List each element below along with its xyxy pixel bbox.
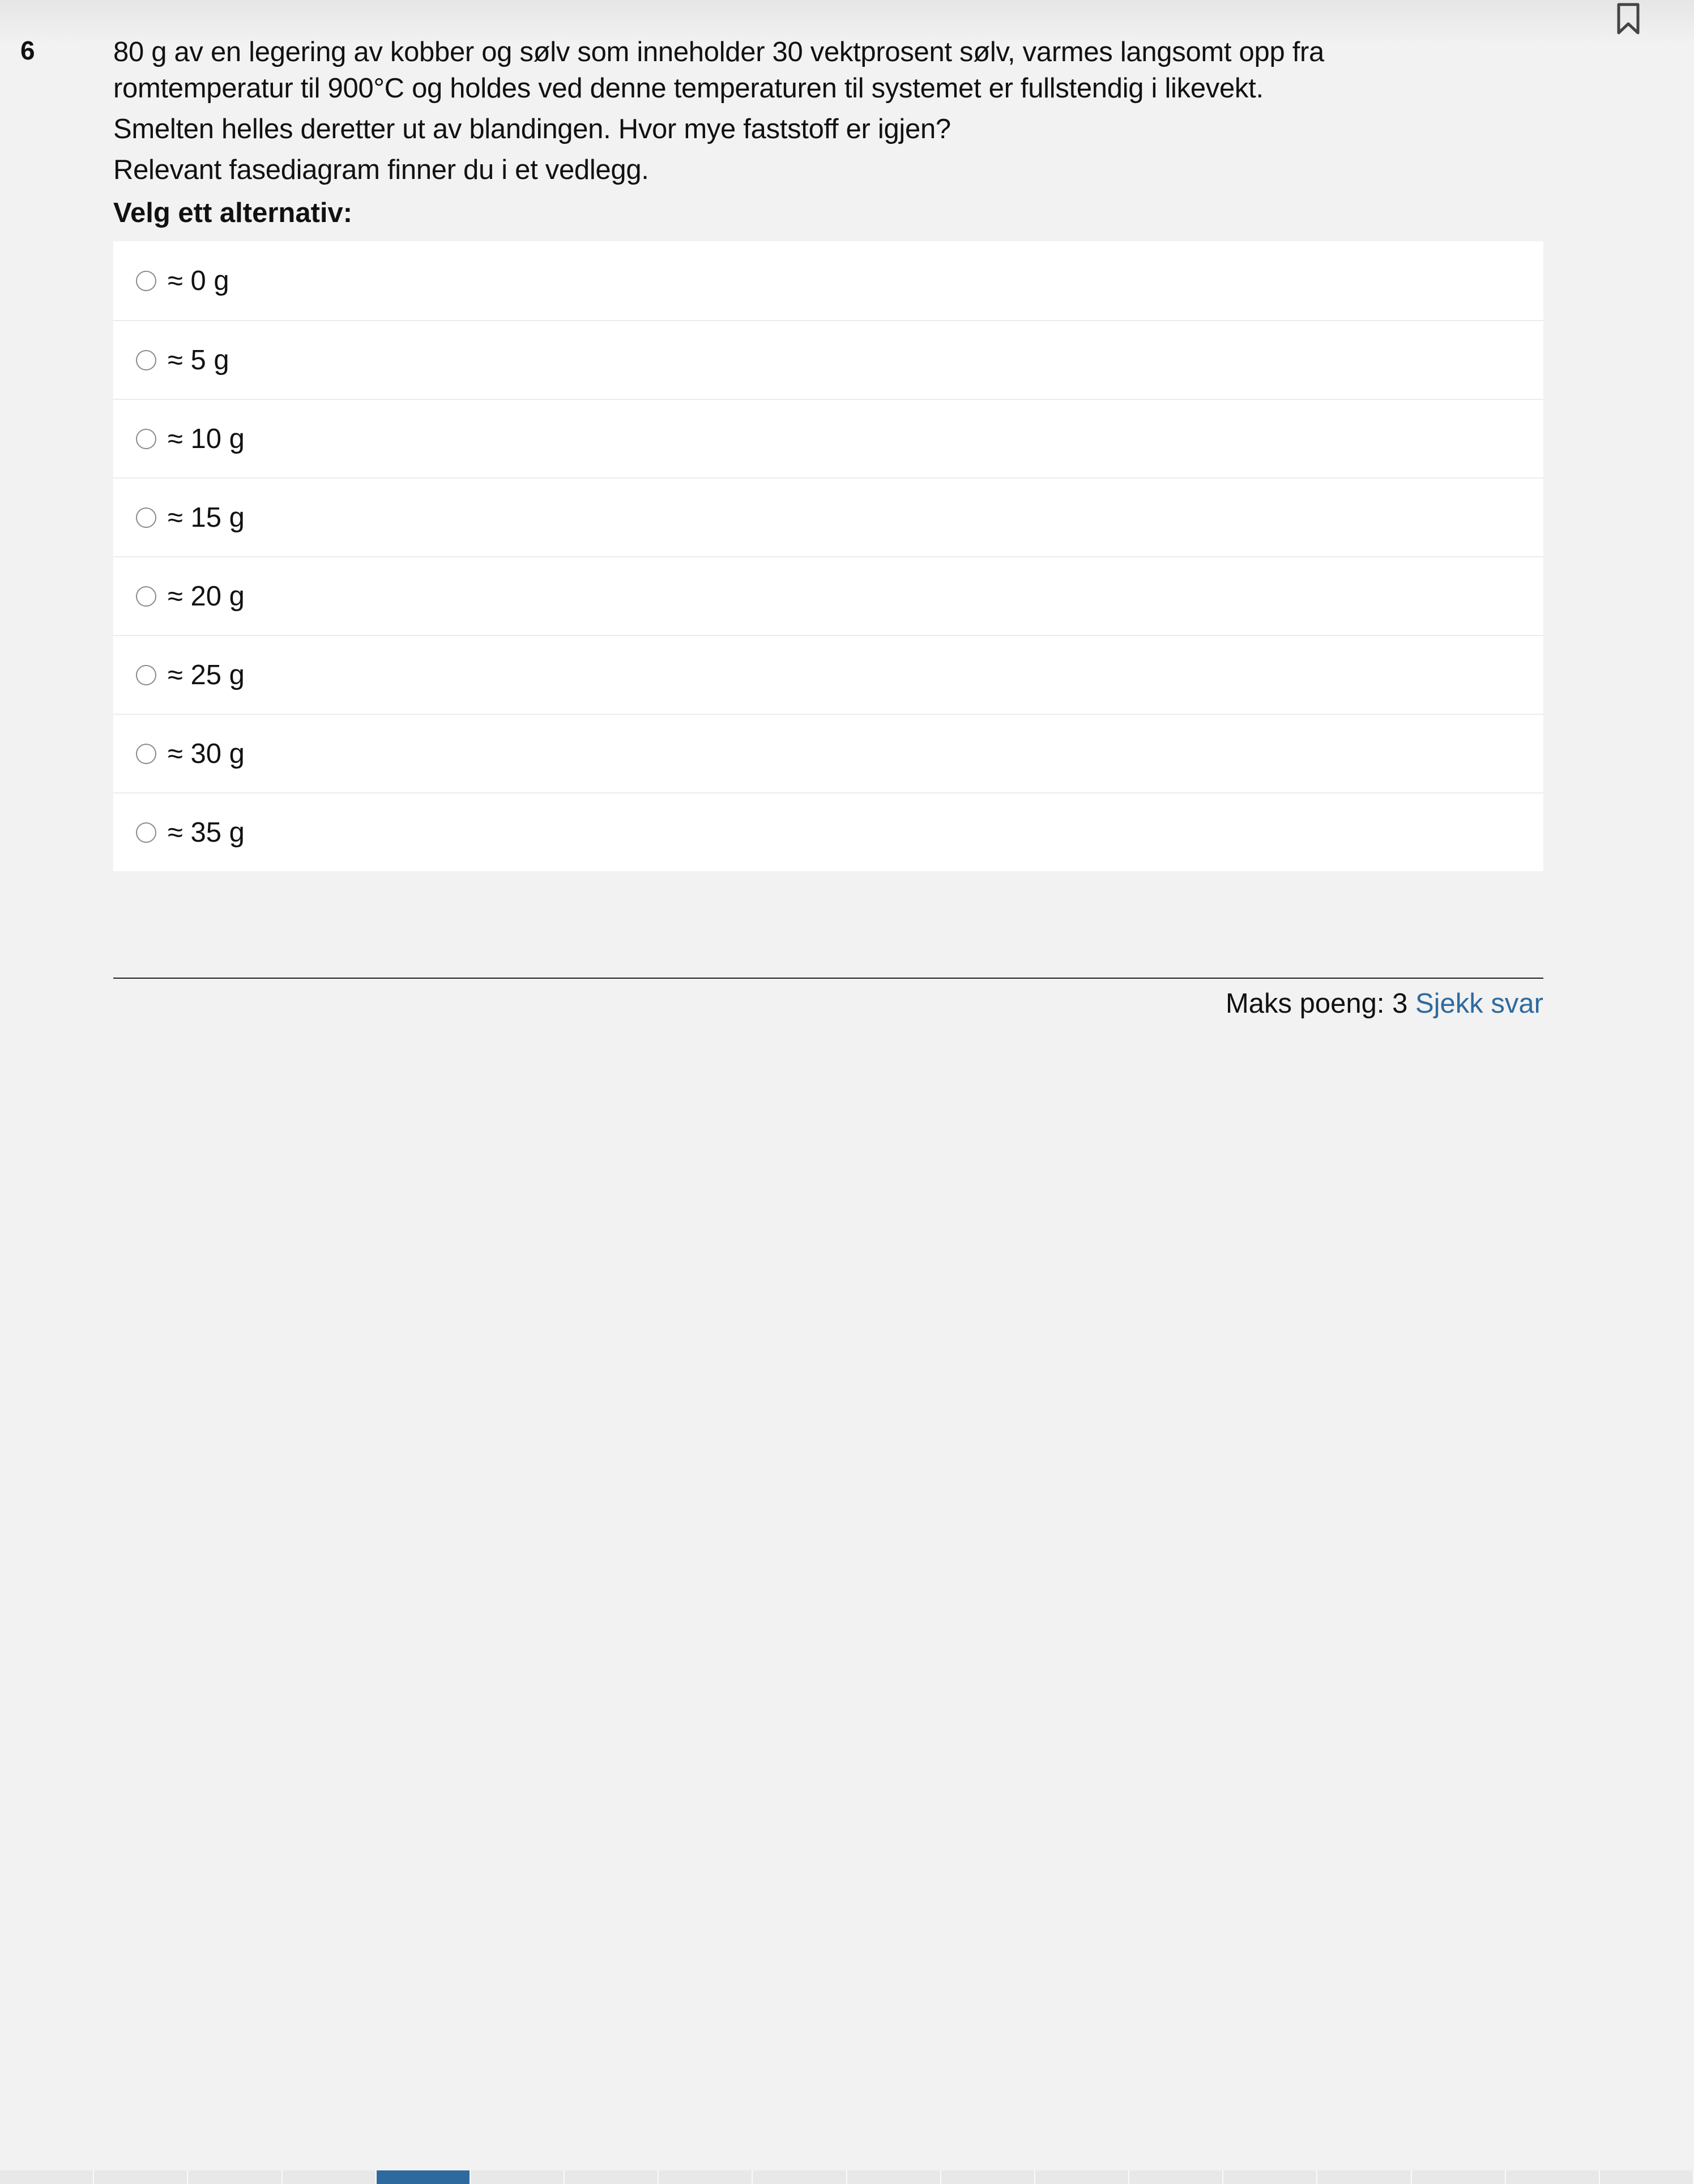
instruction-label: Velg ett alternativ: xyxy=(113,198,353,228)
option-5g[interactable]: ≈ 5 g xyxy=(113,320,1543,399)
radio-button[interactable] xyxy=(136,822,156,843)
nav-cell-active[interactable] xyxy=(376,2170,471,2184)
nav-cell[interactable] xyxy=(1035,2170,1130,2184)
stem-line-2: romtemperatur til 900°C og holdes ved de… xyxy=(113,73,1264,104)
option-25g[interactable]: ≈ 25 g xyxy=(113,635,1543,714)
nav-cell[interactable] xyxy=(94,2170,189,2184)
nav-cell[interactable] xyxy=(847,2170,941,2184)
radio-button[interactable] xyxy=(136,664,156,685)
option-label: ≈ 25 g xyxy=(168,659,245,690)
check-answer-link[interactable]: Sjekk svar xyxy=(1415,988,1543,1019)
option-10g[interactable]: ≈ 10 g xyxy=(113,399,1543,477)
footer-divider xyxy=(113,978,1543,979)
nav-cell[interactable] xyxy=(470,2170,565,2184)
radio-button[interactable] xyxy=(136,349,156,370)
nav-cell[interactable] xyxy=(0,2170,95,2184)
option-label: ≈ 10 g xyxy=(168,423,245,454)
stem-line-1: 80 g av en legering av kobber og sølv so… xyxy=(113,37,1325,67)
question-footer: Maks poeng: 3 Sjekk svar xyxy=(113,988,1543,1020)
option-label: ≈ 15 g xyxy=(168,502,245,533)
nav-cell[interactable] xyxy=(1599,2170,1694,2184)
nav-cell[interactable] xyxy=(753,2170,847,2184)
nav-cell[interactable] xyxy=(659,2170,753,2184)
nav-cell[interactable] xyxy=(1505,2170,1600,2184)
radio-button[interactable] xyxy=(136,586,156,607)
nav-cell[interactable] xyxy=(188,2170,283,2184)
option-label: ≈ 20 g xyxy=(168,581,245,612)
bookmark-icon[interactable] xyxy=(1613,2,1644,36)
option-label: ≈ 35 g xyxy=(168,817,245,848)
stem-text: 80 g av en legering av kobber og sølv so… xyxy=(113,34,1543,106)
nav-cell[interactable] xyxy=(1411,2170,1506,2184)
option-30g[interactable]: ≈ 30 g xyxy=(113,714,1543,792)
radio-button[interactable] xyxy=(136,743,156,764)
question-stem: 80 g av en legering av kobber og sølv so… xyxy=(113,34,1543,188)
option-label: ≈ 30 g xyxy=(168,738,245,769)
nav-cell[interactable] xyxy=(1317,2170,1412,2184)
radio-button[interactable] xyxy=(136,270,156,291)
nav-cell[interactable] xyxy=(1129,2170,1224,2184)
option-label: ≈ 5 g xyxy=(168,344,229,376)
nav-cell[interactable] xyxy=(1223,2170,1318,2184)
question-content: 80 g av en legering av kobber og sølv so… xyxy=(113,34,1543,1020)
question-navigation-bar xyxy=(0,2170,1694,2184)
stem-line-4: Relevant fasediagram finner du i et vedl… xyxy=(113,155,649,185)
question-number: 6 xyxy=(20,36,35,65)
nav-cell[interactable] xyxy=(565,2170,659,2184)
radio-button[interactable] xyxy=(136,507,156,528)
option-20g[interactable]: ≈ 20 g xyxy=(113,556,1543,635)
answer-options: ≈ 0 g ≈ 5 g ≈ 10 g ≈ 15 g ≈ 20 g ≈ 25 g … xyxy=(113,241,1543,871)
radio-button[interactable] xyxy=(136,428,156,449)
option-label: ≈ 0 g xyxy=(168,265,229,296)
max-points-label: Maks poeng: 3 xyxy=(1225,988,1408,1019)
nav-cell[interactable] xyxy=(941,2170,1035,2184)
stem-line-3: Smelten helles deretter ut av blandingen… xyxy=(113,114,951,144)
nav-cell[interactable] xyxy=(282,2170,377,2184)
option-35g[interactable]: ≈ 35 g xyxy=(113,792,1543,871)
option-15g[interactable]: ≈ 15 g xyxy=(113,477,1543,556)
option-0g[interactable]: ≈ 0 g xyxy=(113,241,1543,320)
